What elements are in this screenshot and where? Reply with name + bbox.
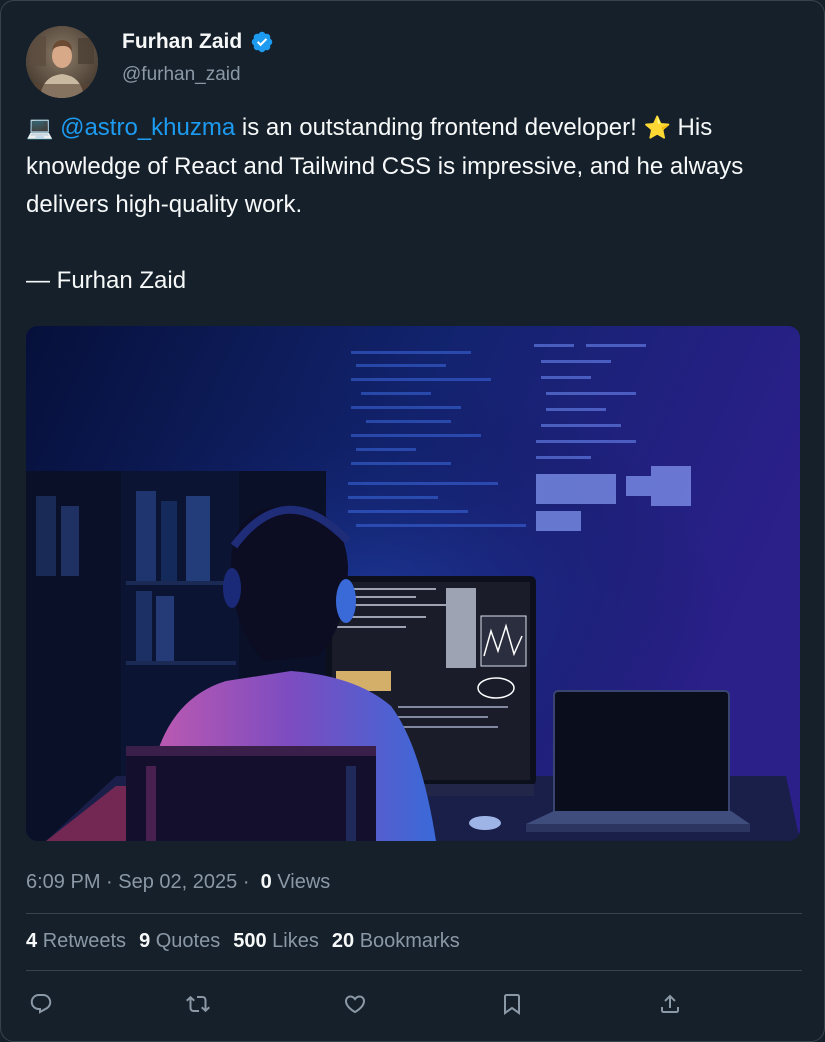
quotes-label: Quotes bbox=[155, 930, 221, 952]
reply-button[interactable] bbox=[26, 989, 56, 1019]
share-icon bbox=[661, 994, 679, 1013]
tweet-card: Furhan Zaid @furhan_zaid 💻 @astro_khuzma… bbox=[0, 0, 825, 1042]
tweet-time[interactable]: 6:09 PM bbox=[26, 871, 100, 893]
likes-count: 500 bbox=[233, 930, 267, 952]
like-button[interactable] bbox=[340, 989, 370, 1019]
retweet-button[interactable] bbox=[183, 989, 213, 1019]
bookmark-button[interactable] bbox=[497, 989, 527, 1019]
tweet-signature: — Furhan Zaid bbox=[26, 267, 187, 294]
share-button[interactable] bbox=[655, 989, 685, 1019]
tweet-meta: 6:09 PM · Sep 02, 2025 · 0 Views bbox=[26, 871, 330, 894]
tweet-text: 💻 @astro_khuzma is an outstanding fronte… bbox=[26, 109, 806, 300]
divider bbox=[26, 970, 802, 971]
views-count: 0 bbox=[260, 871, 272, 893]
action-bar bbox=[26, 989, 706, 1019]
tweet-date[interactable]: Sep 02, 2025 bbox=[118, 871, 237, 893]
separator: · bbox=[237, 871, 256, 893]
author-name[interactable]: Furhan Zaid bbox=[122, 30, 242, 54]
retweets-label: Retweets bbox=[42, 930, 127, 952]
retweets-count: 4 bbox=[26, 930, 38, 952]
divider bbox=[26, 913, 802, 914]
bookmarks-count: 20 bbox=[331, 930, 355, 952]
reply-icon bbox=[30, 994, 52, 1014]
stat-bookmarks[interactable]: 20 Bookmarks bbox=[332, 930, 460, 953]
tweet-text-part: is an outstanding frontend developer! bbox=[235, 114, 644, 141]
tweet-media-image[interactable] bbox=[26, 326, 800, 841]
views-label: Views bbox=[277, 871, 331, 893]
star-emoji-icon: ⭐ bbox=[643, 116, 671, 141]
laptop-emoji-icon: 💻 bbox=[26, 116, 54, 141]
stat-retweets[interactable]: 4 Retweets bbox=[26, 930, 126, 953]
stat-quotes[interactable]: 9 Quotes bbox=[139, 930, 220, 953]
verified-badge-icon bbox=[250, 30, 274, 54]
bookmarks-label: Bookmarks bbox=[359, 930, 460, 952]
stat-likes[interactable]: 500 Likes bbox=[233, 930, 319, 953]
mention-link[interactable]: @astro_khuzma bbox=[60, 114, 235, 141]
heart-icon bbox=[344, 995, 366, 1014]
bookmark-icon bbox=[504, 994, 520, 1015]
avatar[interactable] bbox=[26, 26, 98, 98]
separator: · bbox=[100, 871, 119, 893]
engagement-stats: 4 Retweets 9 Quotes 500 Likes 20 Bookmar… bbox=[26, 930, 460, 953]
name-row: Furhan Zaid bbox=[122, 30, 274, 54]
tweet-header: Furhan Zaid @furhan_zaid bbox=[26, 26, 726, 98]
author-handle[interactable]: @furhan_zaid bbox=[122, 64, 241, 86]
quotes-count: 9 bbox=[139, 930, 151, 952]
likes-label: Likes bbox=[272, 930, 319, 952]
retweet-icon bbox=[186, 995, 210, 1013]
avatar-image bbox=[26, 26, 98, 98]
